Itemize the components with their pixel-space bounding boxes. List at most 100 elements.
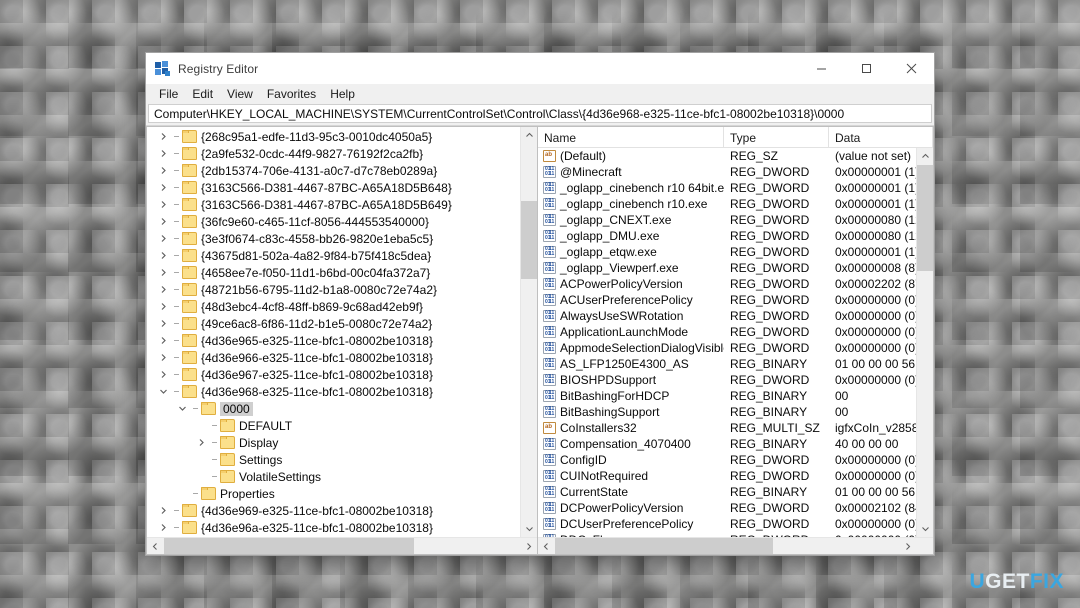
chevron-right-icon[interactable]	[155, 281, 171, 298]
value-row[interactable]: 01 11 01 11 DCUserPreferencePolicy REG_DWORD 0…	[538, 516, 916, 532]
tree-item[interactable]: 0000	[147, 400, 520, 417]
tree-item[interactable]: {3163C566-D381-4467-87BC-A65A18D5B649}	[147, 196, 520, 213]
tree-item[interactable]: {36fc9e60-c465-11cf-8056-444553540000}	[147, 213, 520, 230]
tree-item[interactable]: {2a9fe532-0cdc-44f9-9827-76192f2ca2fb}	[147, 145, 520, 162]
value-row[interactable]: 01 11 01 11 ACPowerPolicyVersion REG_DWORD 0x0…	[538, 276, 916, 292]
value-row[interactable]: 01 11 01 11 BitBashingForHDCP REG_BINARY 00	[538, 388, 916, 404]
values-scroll-thumb[interactable]	[917, 165, 933, 271]
values-scroll-down-icon[interactable]	[917, 520, 933, 537]
values-scroll-up-icon[interactable]	[917, 148, 933, 165]
chevron-right-icon[interactable]	[155, 349, 171, 366]
value-row[interactable]: 01 11 01 11 ConfigID REG_DWORD 0x00000000 (0)	[538, 452, 916, 468]
maximize-button[interactable]	[844, 53, 889, 84]
tree-item[interactable]: {4d36e969-e325-11ce-bfc1-08002be10318}	[147, 502, 520, 519]
chevron-right-icon[interactable]	[155, 264, 171, 281]
chevron-right-icon[interactable]	[155, 145, 171, 162]
value-row[interactable]: ab (Default) REG_SZ (value not set)	[538, 148, 916, 164]
chevron-right-icon[interactable]	[155, 162, 171, 179]
value-row[interactable]: 01 11 01 11 _oglapp_CNEXT.exe REG_DWORD 0x0000…	[538, 212, 916, 228]
value-row[interactable]: 01 11 01 11 ACUserPreferencePolicy REG_DWORD 0…	[538, 292, 916, 308]
tree-item[interactable]: DEFAULT	[147, 417, 520, 434]
value-row[interactable]: 01 11 01 11 DCPowerPolicyVersion REG_DWORD 0x0…	[538, 500, 916, 516]
value-row[interactable]: 01 11 01 11 BitBashingSupport REG_BINARY 00	[538, 404, 916, 420]
address-bar[interactable]: Computer\HKEY_LOCAL_MACHINE\SYSTEM\Curre…	[148, 104, 932, 123]
chevron-right-icon[interactable]	[155, 247, 171, 264]
value-row[interactable]: 01 11 01 11 BIOSHPDSupport REG_DWORD 0x0000000…	[538, 372, 916, 388]
value-row[interactable]: 01 11 01 11 _oglapp_cinebench r10 64bit.exe R…	[538, 180, 916, 196]
tree-hscroll-right-icon[interactable]	[520, 538, 537, 555]
value-row[interactable]: ab CoInstallers32 REG_MULTI_SZ igfxCoIn_v28…	[538, 420, 916, 436]
chevron-right-icon[interactable]	[155, 230, 171, 247]
tree-item[interactable]: {3e3f0674-c83c-4558-bb26-9820e1eba5c5}	[147, 230, 520, 247]
tree-item[interactable]: {43675d81-502a-4a82-9f84-b75f418c5dea}	[147, 247, 520, 264]
tree-hscroll-track[interactable]	[164, 537, 520, 554]
close-button[interactable]	[889, 53, 934, 84]
chevron-right-icon[interactable]	[155, 502, 171, 519]
values-hscroll-left-icon[interactable]	[538, 538, 555, 555]
minimize-button[interactable]	[799, 53, 844, 84]
value-row[interactable]: 01 11 01 11 AppmodeSelectionDialogVisible REG…	[538, 340, 916, 356]
value-row[interactable]: 01 11 01 11 _oglapp_etqw.exe REG_DWORD 0x00000…	[538, 244, 916, 260]
menu-edit[interactable]: Edit	[185, 85, 220, 103]
chevron-right-icon[interactable]	[155, 213, 171, 230]
chevron-right-icon[interactable]	[155, 315, 171, 332]
chevron-right-icon[interactable]	[155, 179, 171, 196]
tree-hscroll-thumb[interactable]	[164, 537, 414, 554]
value-row[interactable]: 01 11 01 11 @Minecraft REG_DWORD 0x00000001 (1…	[538, 164, 916, 180]
value-row[interactable]: 01 11 01 11 AS_LFP1250E4300_AS REG_BINARY 01 0…	[538, 356, 916, 372]
chevron-down-icon[interactable]	[174, 400, 190, 417]
chevron-right-icon[interactable]	[155, 196, 171, 213]
tree-scroll-down-icon[interactable]	[521, 520, 537, 537]
menu-help[interactable]: Help	[323, 85, 362, 103]
chevron-right-icon[interactable]	[155, 298, 171, 315]
tree-item[interactable]: {4d36e965-e325-11ce-bfc1-08002be10318}	[147, 332, 520, 349]
tree-vertical-scrollbar[interactable]	[520, 127, 537, 537]
address-path[interactable]: Computer\HKEY_LOCAL_MACHINE\SYSTEM\Curre…	[149, 107, 844, 121]
chevron-right-icon[interactable]	[155, 332, 171, 349]
tree-scroll-up-icon[interactable]	[521, 127, 537, 144]
chevron-right-icon[interactable]	[155, 128, 171, 145]
tree-item[interactable]: Display	[147, 434, 520, 451]
value-row[interactable]: 01 11 01 11 AlwaysUseSWRotation REG_DWORD 0x00…	[538, 308, 916, 324]
chevron-right-icon[interactable]	[155, 366, 171, 383]
values-vertical-scrollbar[interactable]	[916, 148, 933, 537]
values-hscroll-thumb[interactable]	[555, 537, 773, 554]
value-row[interactable]: 01 11 01 11 _oglapp_Viewperf.exe REG_DWORD 0x0…	[538, 260, 916, 276]
tree-item[interactable]: {4d36e966-e325-11ce-bfc1-08002be10318}	[147, 349, 520, 366]
tree-horizontal-scrollbar[interactable]	[147, 537, 537, 554]
value-row[interactable]: 01 11 01 11 Compensation_4070400 REG_BINARY 40…	[538, 436, 916, 452]
values-hscroll-track[interactable]	[555, 537, 899, 554]
column-header-type[interactable]: Type	[724, 127, 829, 148]
values-hscroll-right-icon[interactable]	[899, 538, 916, 555]
value-row[interactable]: 01 11 01 11 CUINotRequired REG_DWORD 0x0000000…	[538, 468, 916, 484]
tree-hscroll-left-icon[interactable]	[147, 538, 164, 555]
tree-item[interactable]: {4d36e968-e325-11ce-bfc1-08002be10318}	[147, 383, 520, 400]
tree-item[interactable]: {4658ee7e-f050-11d1-b6bd-00c04fa372a7}	[147, 264, 520, 281]
column-header-data[interactable]: Data	[829, 127, 933, 148]
tree-item[interactable]: Settings	[147, 451, 520, 468]
tree-item[interactable]: {2db15374-706e-4131-a0c7-d7c78eb0289a}	[147, 162, 520, 179]
chevron-right-icon[interactable]	[155, 519, 171, 536]
value-row[interactable]: 01 11 01 11 ApplicationLaunchMode REG_DWORD 0x…	[538, 324, 916, 340]
chevron-right-icon[interactable]	[193, 434, 209, 451]
tree-item[interactable]: {49ce6ac8-6f86-11d2-b1e5-0080c72e74a2}	[147, 315, 520, 332]
column-header-name[interactable]: Name	[538, 127, 724, 148]
value-row[interactable]: 01 11 01 11 _oglapp_DMU.exe REG_DWORD 0x000000…	[538, 228, 916, 244]
tree-item[interactable]: Properties	[147, 485, 520, 502]
tree-item[interactable]: {3163C566-D381-4467-87BC-A65A18D5B648}	[147, 179, 520, 196]
value-row[interactable]: 01 11 01 11 _oglapp_cinebench r10.exe REG_DWO…	[538, 196, 916, 212]
tree-item[interactable]: {4d36e96a-e325-11ce-bfc1-08002be10318}	[147, 519, 520, 536]
tree-item[interactable]: {4d36e967-e325-11ce-bfc1-08002be10318}	[147, 366, 520, 383]
menu-file[interactable]: File	[152, 85, 185, 103]
values-horizontal-scrollbar[interactable]	[538, 537, 933, 554]
tree-item[interactable]: {268c95a1-edfe-11d3-95c3-0010dc4050a5}	[147, 128, 520, 145]
value-row[interactable]: 01 11 01 11 CurrentState REG_BINARY 01 00 00 0…	[538, 484, 916, 500]
menu-view[interactable]: View	[220, 85, 260, 103]
title-bar[interactable]: Registry Editor	[146, 53, 934, 84]
tree-item[interactable]: VolatileSettings	[147, 468, 520, 485]
tree-item[interactable]: {48721b56-6795-11d2-b1a8-0080c72e74a2}	[147, 281, 520, 298]
chevron-down-icon[interactable]	[155, 383, 171, 400]
resize-grip-icon[interactable]	[916, 537, 933, 554]
menu-favorites[interactable]: Favorites	[260, 85, 323, 103]
tree-item[interactable]: {48d3ebc4-4cf8-48ff-b869-9c68ad42eb9f}	[147, 298, 520, 315]
